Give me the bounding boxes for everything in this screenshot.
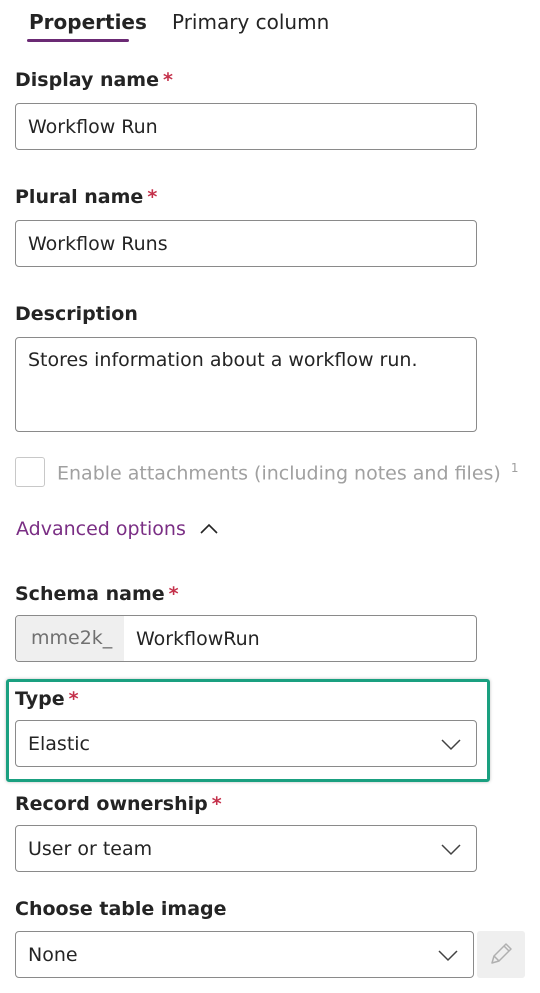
schema-prefix-text: mme2k_ (31, 627, 113, 649)
enable-attachments-checkbox[interactable] (15, 457, 45, 487)
schema-name-label-text: Schema name (15, 583, 165, 605)
tab-primary-column[interactable]: Primary column (172, 10, 329, 34)
type-label: Type * (15, 688, 79, 710)
plural-name-label-text: Plural name (15, 186, 144, 208)
schema-prefix: mme2k_ (16, 616, 124, 661)
type-dropdown[interactable]: Elastic (15, 720, 477, 767)
chevron-down-icon (438, 949, 458, 961)
description-label: Description (15, 303, 138, 325)
required-marker: * (168, 583, 179, 605)
chevron-down-icon (441, 843, 461, 855)
record-ownership-label: Record ownership * (15, 793, 222, 815)
table-image-dropdown[interactable]: None (15, 931, 474, 978)
record-ownership-label-text: Record ownership (15, 793, 208, 815)
display-name-value: Workflow Run (28, 116, 158, 138)
display-name-label: Display name * (15, 69, 173, 91)
table-image-value: None (28, 944, 78, 966)
schema-name-value: WorkflowRun (136, 628, 260, 650)
description-value: Stores information about a workflow run. (28, 349, 418, 371)
enable-attachments-label: Enable attachments (including notes and … (57, 461, 519, 484)
required-marker: * (211, 793, 222, 815)
advanced-options-label: Advanced options (16, 518, 186, 540)
tab-properties[interactable]: Properties (29, 10, 147, 34)
record-ownership-value: User or team (28, 838, 153, 860)
edit-image-button[interactable] (477, 931, 525, 978)
table-image-label: Choose table image (15, 898, 227, 920)
plural-name-label: Plural name * (15, 186, 157, 208)
type-value: Elastic (28, 733, 91, 755)
plural-name-input[interactable]: Workflow Runs (15, 220, 477, 267)
plural-name-value: Workflow Runs (28, 233, 168, 255)
pencil-icon (491, 943, 512, 964)
footnote-marker: 1 (510, 461, 519, 475)
type-label-text: Type (15, 688, 65, 710)
required-marker: * (68, 688, 79, 710)
enable-attachments-label-text: Enable attachments (including notes and … (57, 462, 501, 485)
advanced-options-toggle[interactable]: Advanced options (16, 518, 220, 540)
display-name-input[interactable]: Workflow Run (15, 103, 477, 150)
tab-selected-indicator (27, 39, 129, 42)
record-ownership-dropdown[interactable]: User or team (15, 825, 477, 872)
display-name-label-text: Display name (15, 69, 159, 91)
required-marker: * (147, 186, 158, 208)
schema-name-label: Schema name * (15, 583, 179, 605)
required-marker: * (162, 69, 173, 91)
description-label-text: Description (15, 303, 138, 325)
chevron-up-icon (200, 523, 218, 534)
chevron-down-icon (441, 738, 461, 750)
schema-name-input[interactable]: mme2k_ WorkflowRun (15, 615, 477, 662)
table-image-label-text: Choose table image (15, 898, 227, 920)
description-textarea[interactable]: Stores information about a workflow run. (15, 337, 477, 432)
